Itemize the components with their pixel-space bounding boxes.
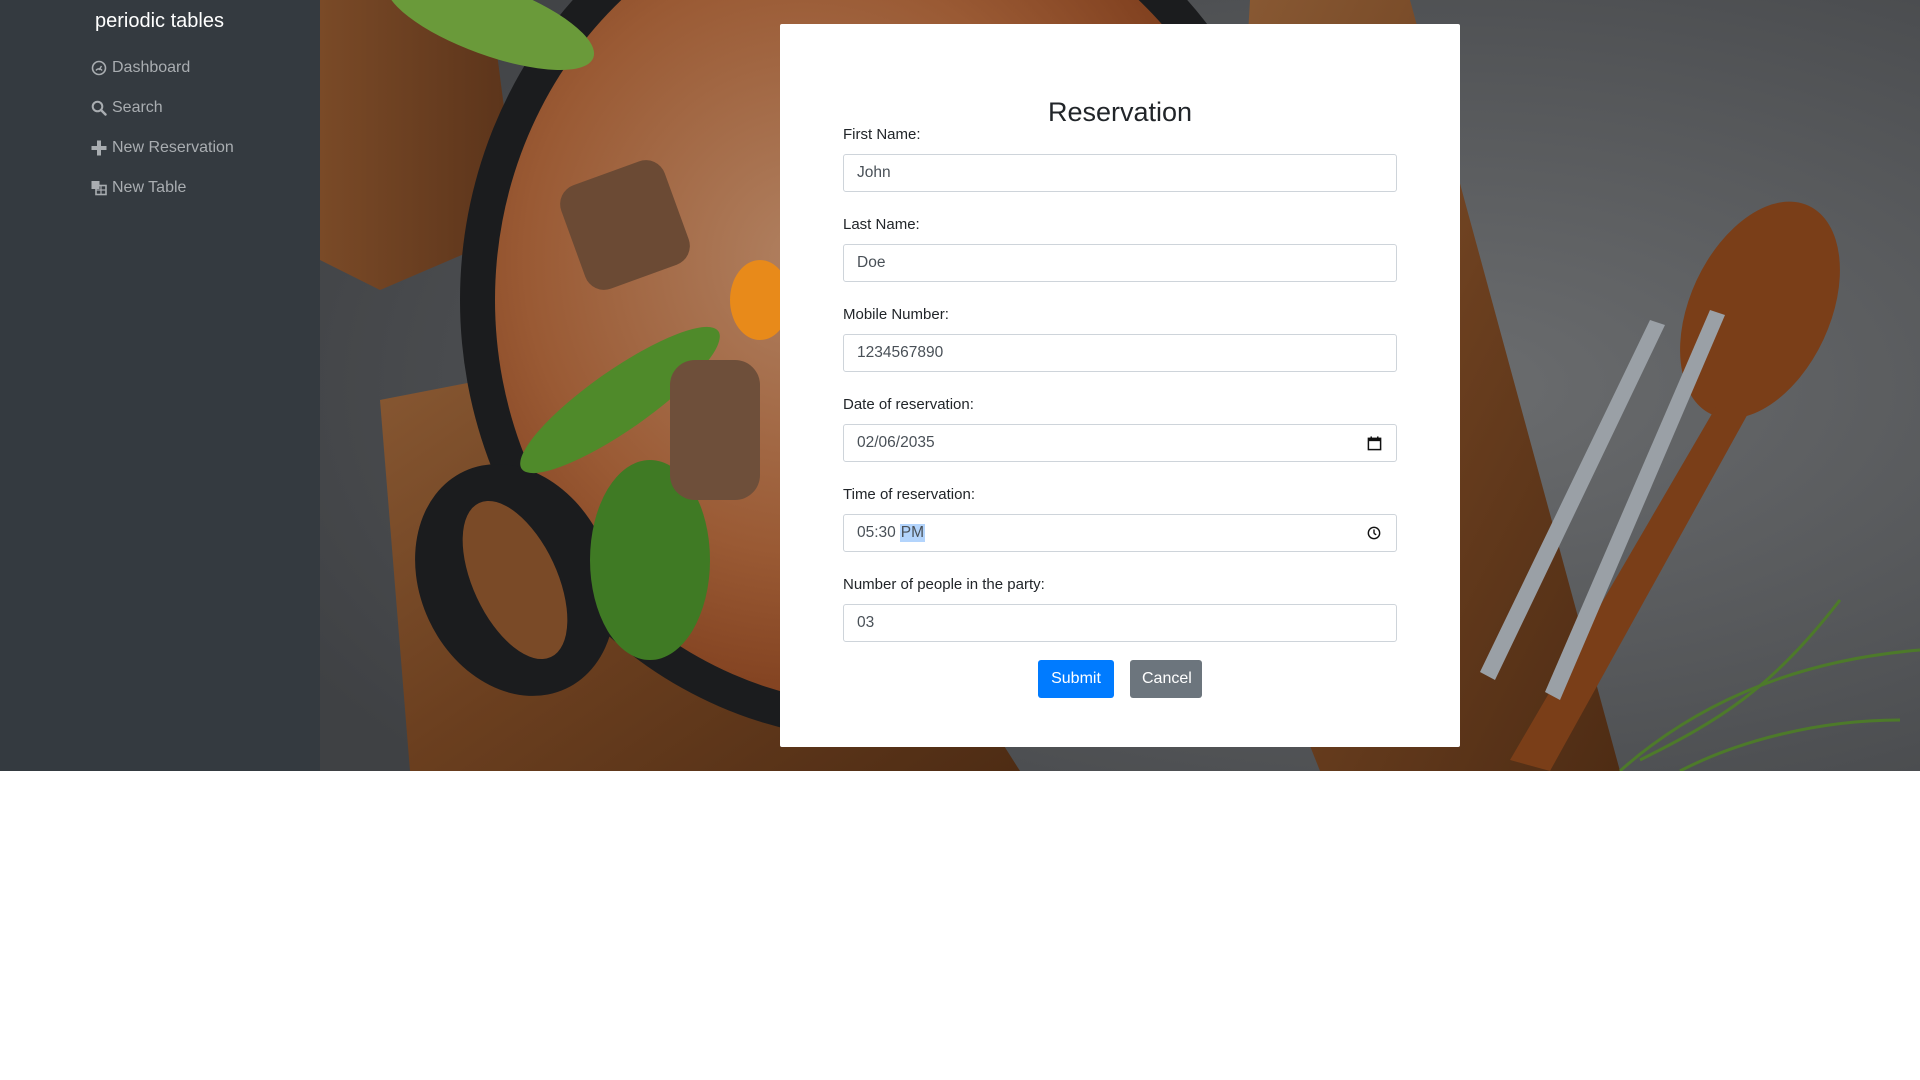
app-root: periodic tables Dashboard Search New Res… <box>0 0 1920 771</box>
time-group: Time of reservation: 05:30 PM <box>843 486 1397 552</box>
submit-button[interactable]: Submit <box>1038 660 1114 698</box>
reservation-form: First Name: John Last Name: Doe Mobile N… <box>843 118 1397 642</box>
date-group: Date of reservation: 02/06/2035 <box>843 396 1397 462</box>
sidebar-item-search[interactable]: Search <box>90 88 234 128</box>
brand-title[interactable]: periodic tables <box>95 10 224 33</box>
dashboard-icon <box>90 59 108 77</box>
people-label: Number of people in the party: <box>843 576 1045 593</box>
sidebar-item-new-table[interactable]: New Table <box>90 168 234 208</box>
sidebar-nav: Dashboard Search New Reservation New Tab… <box>90 48 234 208</box>
first-name-group: First Name: John <box>843 126 1397 192</box>
first-name-label: First Name: <box>843 126 921 143</box>
last-name-label: Last Name: <box>843 216 920 233</box>
date-label: Date of reservation: <box>843 396 974 413</box>
table-icon <box>90 179 108 197</box>
sidebar-item-label: Search <box>112 99 163 116</box>
mobile-group: Mobile Number: 1234567890 <box>843 306 1397 372</box>
calendar-icon[interactable] <box>1366 435 1382 451</box>
time-label: Time of reservation: <box>843 486 975 503</box>
sidebar-item-label: New Table <box>112 179 187 196</box>
date-value: 02/06/2035 <box>857 434 935 451</box>
sidebar: periodic tables Dashboard Search New Res… <box>0 0 320 771</box>
form-actions: Submit Cancel <box>780 660 1460 698</box>
sidebar-item-dashboard[interactable]: Dashboard <box>90 48 234 88</box>
sidebar-item-label: Dashboard <box>112 59 191 76</box>
mobile-input[interactable]: 1234567890 <box>843 334 1397 372</box>
time-ampm-selected[interactable]: PM <box>899 524 926 542</box>
time-value: 05:30 <box>857 524 896 541</box>
people-value: 03 <box>857 614 875 631</box>
search-icon <box>90 99 108 117</box>
reservation-card: Reservation First Name: John Last Name: … <box>780 24 1460 747</box>
sidebar-item-label: New Reservation <box>112 139 234 156</box>
time-input[interactable]: 05:30 PM <box>843 514 1397 552</box>
mobile-label: Mobile Number: <box>843 306 949 323</box>
last-name-value: Doe <box>857 254 886 271</box>
mobile-value: 1234567890 <box>857 344 944 361</box>
people-group: Number of people in the party: 03 <box>843 576 1397 642</box>
main-content: Reservation First Name: John Last Name: … <box>320 0 1920 771</box>
last-name-group: Last Name: Doe <box>843 216 1397 282</box>
sidebar-item-new-reservation[interactable]: New Reservation <box>90 128 234 168</box>
first-name-input[interactable]: John <box>843 154 1397 192</box>
last-name-input[interactable]: Doe <box>843 244 1397 282</box>
date-input[interactable]: 02/06/2035 <box>843 424 1397 462</box>
clock-icon[interactable] <box>1366 525 1382 541</box>
cancel-button[interactable]: Cancel <box>1130 660 1202 698</box>
first-name-value: John <box>857 164 891 181</box>
plus-icon <box>90 139 108 157</box>
people-input[interactable]: 03 <box>843 604 1397 642</box>
